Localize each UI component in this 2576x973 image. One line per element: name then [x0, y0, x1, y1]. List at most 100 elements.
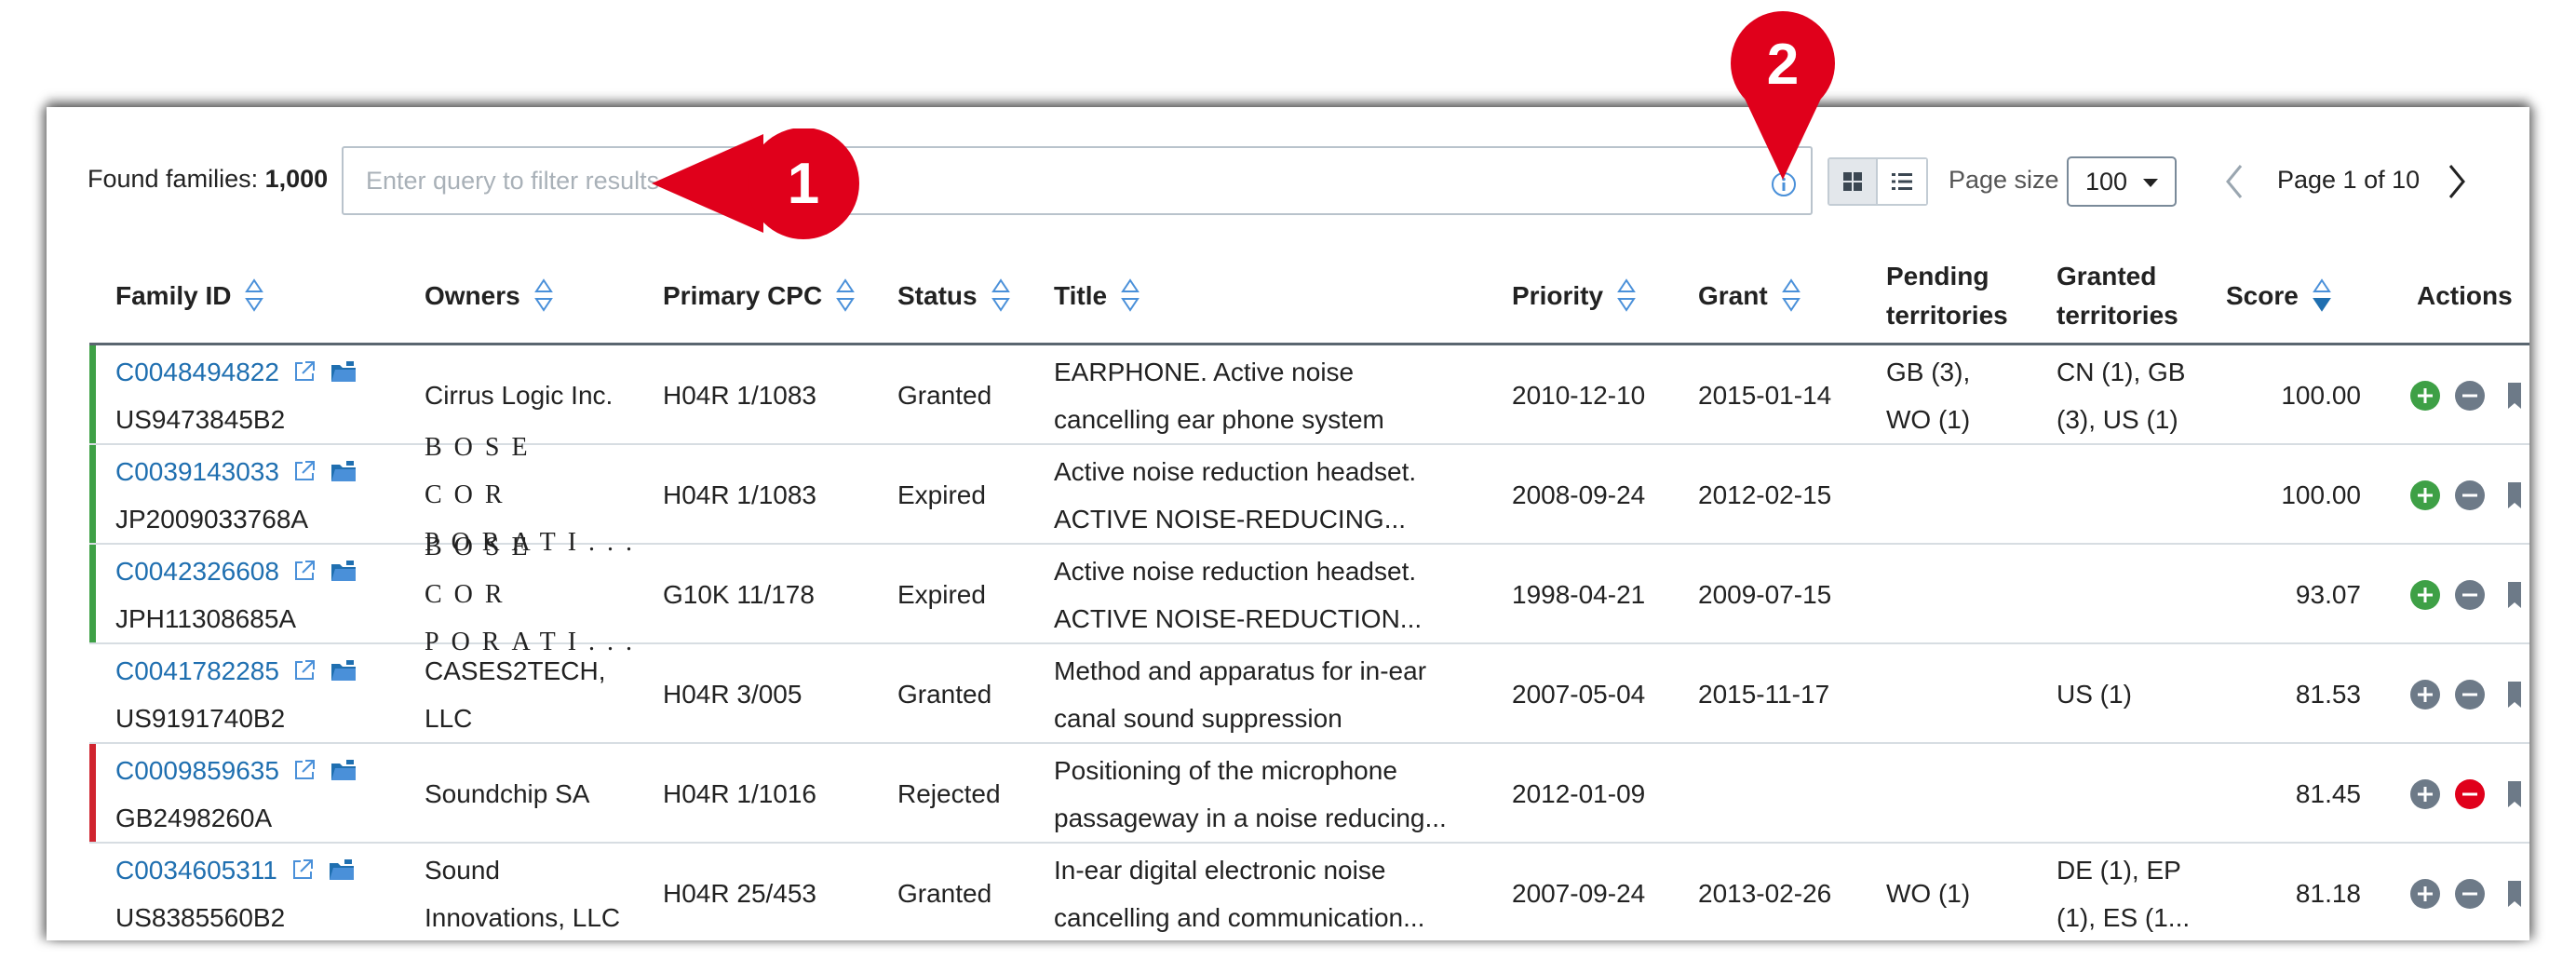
remove-icon[interactable] — [2454, 878, 2486, 910]
granted-line-1: DE (1), EP — [2057, 855, 2181, 885]
patent-number: JPH11308685A — [115, 603, 297, 633]
title-line-1: Active noise reduction headset. — [1054, 556, 1417, 586]
title-cell: Positioning of the microphone passageway… — [1054, 744, 1491, 844]
page-size-value: 100 — [2085, 167, 2128, 196]
family-id-text[interactable]: C0042326608 — [115, 547, 279, 595]
results-panel: Found families: 1,000 Page size 100 Pa — [47, 107, 2529, 940]
sort-desc-icon[interactable] — [2312, 275, 2332, 318]
table-row[interactable]: C0034605311 US8385560B2 Sound Innovation… — [89, 844, 2529, 940]
list-view-button[interactable] — [1878, 159, 1926, 204]
bookmark-icon[interactable] — [2499, 679, 2529, 710]
sort-icon[interactable] — [244, 275, 264, 318]
family-id-link[interactable]: C0009859635 — [115, 747, 357, 794]
folder-icon[interactable] — [330, 559, 357, 583]
primary-cpc-cell: H04R 1/1016 — [663, 779, 817, 808]
external-link-icon[interactable] — [292, 758, 317, 782]
remove-icon[interactable] — [2454, 579, 2486, 611]
remove-icon[interactable] — [2454, 380, 2486, 412]
owner-line-2: LLC — [425, 703, 473, 733]
bookmark-icon[interactable] — [2499, 878, 2529, 910]
callout-2: 2 — [1731, 11, 1835, 180]
granted-territories-cell: US (1) — [2057, 644, 2215, 744]
family-id-cell: C0009859635 GB2498260A — [115, 744, 357, 844]
title-line-2: ACTIVE NOISE-REDUCING... — [1054, 504, 1407, 534]
sort-icon[interactable] — [1120, 275, 1140, 318]
bookmark-icon[interactable] — [2499, 778, 2529, 810]
page-size-select[interactable]: 100 — [2067, 156, 2177, 207]
patent-number: GB2498260A — [115, 803, 273, 832]
sort-icon[interactable] — [1616, 275, 1637, 318]
column-header-pending-territories: Pending territories — [1886, 262, 2008, 330]
actions-cell — [2409, 545, 2529, 644]
table-row[interactable]: C0042326608 JPH11308685A BOSE COR PORATI… — [89, 533, 2529, 656]
external-link-icon[interactable] — [292, 559, 317, 583]
status-marker — [89, 445, 96, 543]
sort-icon[interactable] — [835, 275, 856, 318]
column-header-granted-territories: Granted territories — [2057, 262, 2178, 330]
add-icon[interactable] — [2409, 878, 2441, 910]
family-id-text[interactable]: C0009859635 — [115, 747, 279, 794]
table-row[interactable]: C0009859635 GB2498260A Soundchip SA H04R… — [89, 744, 2529, 844]
priority-cell: 1998-04-21 — [1512, 580, 1646, 609]
family-id-link[interactable]: C0042326608 — [115, 547, 357, 595]
column-header-family-id[interactable]: Family ID — [115, 247, 264, 345]
grant-cell: 2013-02-26 — [1698, 879, 1832, 908]
actions-cell — [2409, 345, 2529, 445]
title-line-2: canal sound suppression — [1054, 703, 1342, 733]
family-id-text[interactable]: C0048494822 — [115, 348, 279, 396]
status-marker — [89, 545, 96, 642]
folder-icon[interactable] — [330, 359, 357, 384]
table-row[interactable]: C0041782285 US9191740B2 CASES2TECH, LLC … — [89, 644, 2529, 744]
column-header-primary-cpc[interactable]: Primary CPC — [663, 247, 856, 345]
priority-cell: 2012-01-09 — [1512, 779, 1646, 808]
previous-page-button[interactable] — [2220, 158, 2248, 205]
filter-query-input[interactable] — [342, 146, 1813, 215]
bookmark-icon[interactable] — [2499, 480, 2529, 511]
add-icon[interactable] — [2409, 679, 2441, 710]
external-link-icon[interactable] — [292, 359, 317, 384]
remove-icon[interactable] — [2454, 480, 2486, 511]
grant-cell: 2009-07-15 — [1698, 580, 1832, 609]
family-id-link[interactable]: C0041782285 — [115, 647, 357, 695]
view-toggle — [1827, 157, 1928, 206]
folder-icon[interactable] — [328, 858, 356, 882]
add-icon[interactable] — [2409, 380, 2441, 412]
external-link-icon[interactable] — [292, 658, 317, 682]
external-link-icon[interactable] — [292, 459, 317, 483]
title-line-1: Method and apparatus for in-ear — [1054, 655, 1427, 685]
remove-icon[interactable] — [2454, 679, 2486, 710]
folder-icon[interactable] — [330, 758, 357, 782]
bookmark-icon[interactable] — [2499, 380, 2529, 412]
folder-icon[interactable] — [330, 658, 357, 682]
granted-line-1: CN (1), GB — [2057, 357, 2186, 386]
family-id-link[interactable]: C0034605311 — [115, 846, 356, 894]
column-header-status[interactable]: Status — [897, 247, 1011, 345]
add-icon[interactable] — [2409, 778, 2441, 810]
bookmark-icon[interactable] — [2499, 579, 2529, 611]
sort-icon[interactable] — [991, 275, 1011, 318]
column-header-owners[interactable]: Owners — [425, 247, 554, 345]
add-icon[interactable] — [2409, 579, 2441, 611]
family-id-text[interactable]: C0039143033 — [115, 448, 279, 495]
next-page-button[interactable] — [2443, 158, 2471, 205]
family-id-link[interactable]: C0048494822 — [115, 348, 357, 396]
folder-icon[interactable] — [330, 459, 357, 483]
sort-icon[interactable] — [1781, 275, 1801, 318]
column-header-title[interactable]: Title — [1054, 247, 1140, 345]
remove-icon[interactable] — [2454, 778, 2486, 810]
grant-cell: 2015-11-17 — [1698, 680, 1830, 709]
column-header-priority[interactable]: Priority — [1512, 247, 1637, 345]
column-header-grant[interactable]: Grant — [1698, 247, 1801, 345]
external-link-icon[interactable] — [290, 858, 315, 882]
family-id-text[interactable]: C0041782285 — [115, 647, 279, 695]
column-header-score[interactable]: Score — [2226, 247, 2332, 345]
pending-territories-cell — [1886, 545, 2044, 644]
add-icon[interactable] — [2409, 480, 2441, 511]
actions-cell — [2409, 445, 2529, 545]
sort-icon[interactable] — [533, 275, 554, 318]
granted-line-2: (1), ES (1... — [2057, 902, 2191, 932]
status-cell: Granted — [897, 381, 992, 410]
primary-cpc-cell: H04R 25/453 — [663, 879, 817, 908]
family-id-link[interactable]: C0039143033 — [115, 448, 357, 495]
family-id-text[interactable]: C0034605311 — [115, 846, 277, 894]
